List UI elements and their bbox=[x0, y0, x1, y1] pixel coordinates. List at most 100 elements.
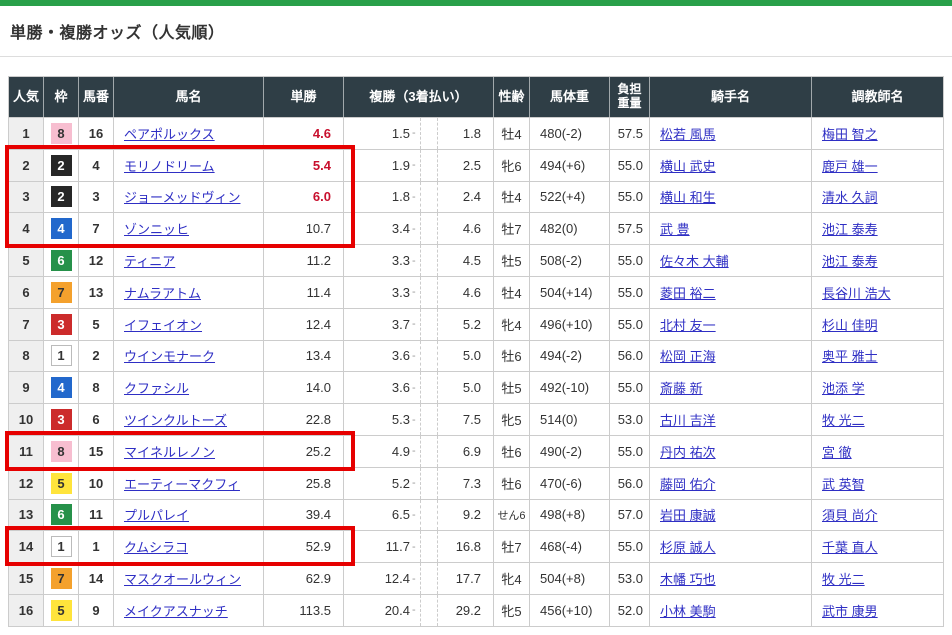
jockey-link[interactable]: 藤岡 佑介 bbox=[660, 474, 716, 493]
trainer-link[interactable]: 梅田 智之 bbox=[822, 124, 878, 143]
horse-name-link[interactable]: ウインモナーク bbox=[124, 346, 215, 365]
frame-cell: 8 bbox=[44, 118, 79, 149]
popularity-cell: 2 bbox=[9, 150, 44, 181]
trainer-link[interactable]: 杉山 佳明 bbox=[822, 315, 878, 334]
frame-cell: 6 bbox=[44, 500, 79, 531]
jockey-link[interactable]: 古川 吉洋 bbox=[660, 410, 716, 429]
jockey-link[interactable]: 武 豊 bbox=[660, 219, 690, 238]
place-odds-min: 3.6 bbox=[344, 380, 410, 395]
trainer-link[interactable]: 牧 光二 bbox=[822, 569, 865, 588]
place-odds-dash: - bbox=[410, 318, 416, 330]
horse-weight-cell: 496(+10) bbox=[530, 309, 610, 340]
frame-cell: 3 bbox=[44, 404, 79, 435]
place-odds-cell: 11.7-16.8 bbox=[344, 531, 494, 562]
horse-name-link[interactable]: ペアポルックス bbox=[124, 124, 215, 143]
horse-name-link[interactable]: マイネルレノン bbox=[124, 442, 215, 461]
jockey-link[interactable]: 佐々木 大輔 bbox=[660, 251, 729, 270]
jockey-link[interactable]: 北村 友一 bbox=[660, 315, 716, 334]
frame-cell: 4 bbox=[44, 213, 79, 244]
jockey-link[interactable]: 菱田 裕二 bbox=[660, 283, 716, 302]
horse-name-cell: クムシラコ bbox=[114, 531, 264, 562]
frame-badge: 6 bbox=[51, 504, 72, 525]
jockey-link[interactable]: 木幡 巧也 bbox=[660, 569, 716, 588]
horse-name-link[interactable]: メイクアスナッチ bbox=[124, 601, 228, 620]
trainer-link[interactable]: 武市 康男 bbox=[822, 601, 878, 620]
horse-name-link[interactable]: ティニア bbox=[124, 251, 175, 270]
table-row: 3 2 3 ジョーメッドヴィン 6.0 1.8-2.4 牡4 522(+4) 5… bbox=[9, 181, 943, 213]
jockey-cell: 杉原 誠人 bbox=[650, 531, 812, 562]
horse-name-cell: ツインクルトーズ bbox=[114, 404, 264, 435]
horse-name-link[interactable]: プルパレイ bbox=[124, 505, 189, 524]
jockey-link[interactable]: 斎藤 新 bbox=[660, 378, 703, 397]
trainer-link[interactable]: 千葉 直人 bbox=[822, 537, 878, 556]
jockey-link[interactable]: 横山 武史 bbox=[660, 156, 716, 175]
horse-name-cell: ナムラアトム bbox=[114, 277, 264, 308]
horse-name-link[interactable]: マスクオールウィン bbox=[124, 569, 241, 588]
frame-badge: 2 bbox=[51, 186, 72, 207]
header-sex-age: 性齢 bbox=[494, 77, 530, 117]
table-row: 11 8 15 マイネルレノン 25.2 4.9-6.9 牡6 490(-2) … bbox=[9, 435, 943, 467]
horse-name-link[interactable]: エーティーマクフィ bbox=[124, 474, 240, 493]
place-odds-separator bbox=[420, 213, 438, 244]
table-row: 12 5 10 エーティーマクフィ 25.8 5.2-7.3 牡6 470(-6… bbox=[9, 467, 943, 499]
place-odds-cell: 5.3-7.5 bbox=[344, 404, 494, 435]
trainer-link[interactable]: 須貝 尚介 bbox=[822, 505, 878, 524]
horse-name-link[interactable]: クファシル bbox=[124, 378, 189, 397]
trainer-link[interactable]: 鹿戸 雄一 bbox=[822, 156, 878, 175]
horse-number-cell: 9 bbox=[79, 595, 114, 626]
trainer-link[interactable]: 池添 学 bbox=[822, 378, 865, 397]
horse-weight-cell: 514(0) bbox=[530, 404, 610, 435]
win-odds-cell: 22.8 bbox=[264, 404, 344, 435]
frame-badge: 8 bbox=[51, 123, 72, 144]
trainer-cell: 須貝 尚介 bbox=[812, 500, 943, 531]
jockey-link[interactable]: 小林 美駒 bbox=[660, 601, 716, 620]
horse-number-cell: 14 bbox=[79, 563, 114, 594]
place-odds-dash: - bbox=[410, 255, 416, 267]
trainer-link[interactable]: 牧 光二 bbox=[822, 410, 865, 429]
horse-name-link[interactable]: クムシラコ bbox=[124, 537, 188, 556]
trainer-cell: 池添 学 bbox=[812, 372, 943, 403]
load-weight-cell: 55.0 bbox=[610, 531, 650, 562]
horse-weight-cell: 494(+6) bbox=[530, 150, 610, 181]
jockey-link[interactable]: 松岡 正海 bbox=[660, 346, 716, 365]
place-odds-dash: - bbox=[410, 191, 416, 203]
trainer-link[interactable]: 武 英智 bbox=[822, 474, 865, 493]
win-odds-cell: 25.2 bbox=[264, 436, 344, 467]
trainer-link[interactable]: 池江 泰寿 bbox=[822, 251, 878, 270]
place-odds-max: 7.3 bbox=[438, 476, 493, 491]
jockey-cell: 北村 友一 bbox=[650, 309, 812, 340]
place-odds-cell: 3.3-4.5 bbox=[344, 245, 494, 276]
frame-cell: 7 bbox=[44, 563, 79, 594]
place-odds-cell: 3.6-5.0 bbox=[344, 341, 494, 372]
table-row: 7 3 5 イフェイオン 12.4 3.7-5.2 牝4 496(+10) 55… bbox=[9, 308, 943, 340]
trainer-link[interactable]: 宮 徹 bbox=[822, 442, 852, 461]
win-odds-cell: 52.9 bbox=[264, 531, 344, 562]
jockey-link[interactable]: 岩田 康誠 bbox=[660, 505, 716, 524]
horse-name-link[interactable]: ゾンニッヒ bbox=[124, 219, 189, 238]
trainer-link[interactable]: 池江 泰寿 bbox=[822, 219, 878, 238]
horse-name-link[interactable]: ナムラアトム bbox=[124, 283, 201, 302]
horse-name-cell: モリノドリーム bbox=[114, 150, 264, 181]
jockey-link[interactable]: 松若 風馬 bbox=[660, 124, 716, 143]
sex-age-cell: 牡6 bbox=[494, 341, 530, 372]
jockey-link[interactable]: 横山 和生 bbox=[660, 187, 716, 206]
horse-name-link[interactable]: ジョーメッドヴィン bbox=[124, 187, 240, 206]
trainer-link[interactable]: 長谷川 浩大 bbox=[822, 283, 891, 302]
odds-table: 人気 枠 馬番 馬名 単勝 複勝（3着払い） 性齢 馬体重 負担重量 騎手名 調… bbox=[8, 76, 944, 627]
place-odds-dash: - bbox=[410, 223, 416, 235]
horse-number-cell: 16 bbox=[79, 118, 114, 149]
horse-name-link[interactable]: ツインクルトーズ bbox=[124, 410, 227, 429]
place-odds-cell: 6.5-9.2 bbox=[344, 500, 494, 531]
place-odds-cell: 3.3-4.6 bbox=[344, 277, 494, 308]
header-place-odds: 複勝（3着払い） bbox=[344, 77, 494, 117]
trainer-link[interactable]: 清水 久詞 bbox=[822, 187, 878, 206]
place-odds-max: 2.4 bbox=[438, 189, 493, 204]
horse-name-link[interactable]: イフェイオン bbox=[124, 315, 202, 334]
place-odds-cell: 4.9-6.9 bbox=[344, 436, 494, 467]
horse-name-link[interactable]: モリノドリーム bbox=[124, 156, 215, 175]
jockey-link[interactable]: 丹内 祐次 bbox=[660, 442, 716, 461]
place-odds-separator bbox=[420, 436, 438, 467]
horse-weight-cell: 492(-10) bbox=[530, 372, 610, 403]
jockey-link[interactable]: 杉原 誠人 bbox=[660, 537, 716, 556]
trainer-link[interactable]: 奥平 雅士 bbox=[822, 346, 878, 365]
